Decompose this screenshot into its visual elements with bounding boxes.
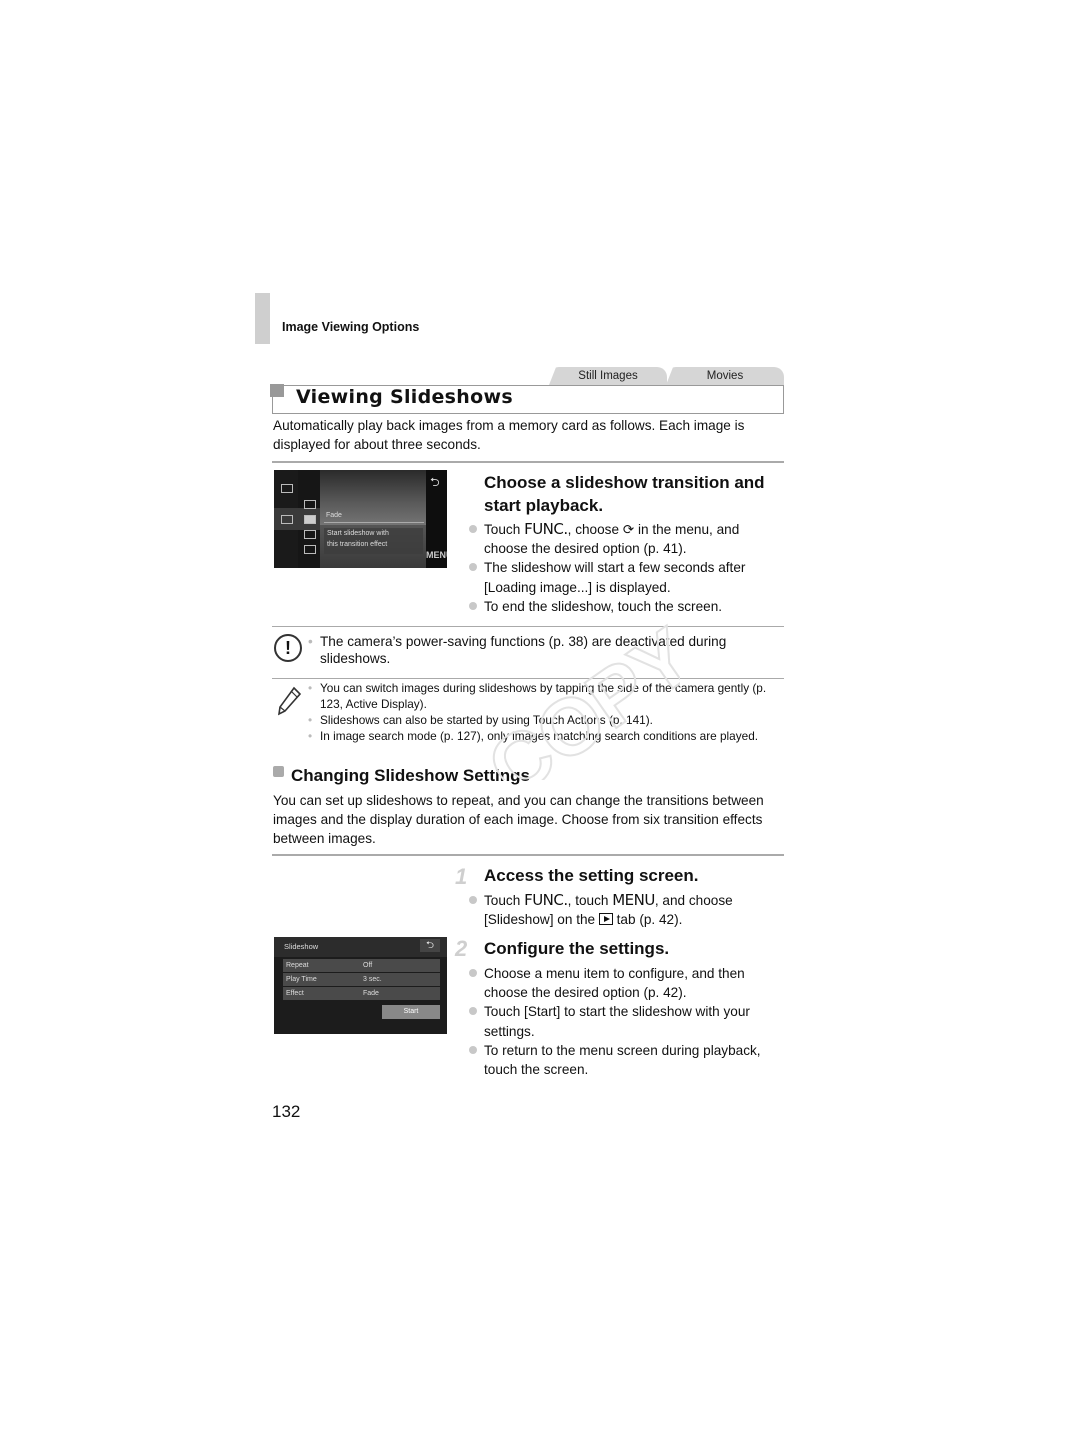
caution-item: The camera’s power-saving functions (p. … <box>308 633 784 667</box>
pencil-note-icon <box>277 686 302 716</box>
divider <box>272 461 784 463</box>
note-item: You can switch images during slideshows … <box>308 680 784 712</box>
divider <box>272 678 784 679</box>
bullet-item: Choose a menu item to configure, and the… <box>468 964 786 1002</box>
screen-title: Slideshow <box>284 942 319 951</box>
menu-label: MENU <box>426 550 447 560</box>
text: tab (p. 42). <box>612 912 683 928</box>
slideshow-icon: ⟳ <box>622 522 635 537</box>
divider <box>272 626 784 627</box>
tab-movies: Movies <box>666 367 784 385</box>
text: Touch <box>484 893 525 908</box>
row-value: Fade <box>363 990 379 997</box>
page-number: 132 <box>272 1102 301 1121</box>
start-button: Start <box>382 1005 440 1019</box>
transition-fade-icon <box>304 515 316 524</box>
photo-sky <box>310 470 428 530</box>
divider <box>272 854 784 856</box>
option-underline <box>324 522 424 523</box>
caution-list: The camera’s power-saving functions (p. … <box>308 633 784 667</box>
func-button-label: FUNC. <box>524 520 568 538</box>
step-title: Choose a slideshow transition and start … <box>484 473 765 515</box>
section-marker-icon <box>270 384 284 397</box>
bullet-item: Touch FUNC., choose ⟳ in the menu, and c… <box>468 520 786 558</box>
settings-row-play-time: Play Time 3 sec. <box>283 973 440 986</box>
transition-off-icon <box>304 500 316 509</box>
bullet-item: To return to the menu screen during play… <box>468 1041 786 1079</box>
back-icon: ⮌ <box>430 475 440 489</box>
step-number: 2 <box>455 936 468 961</box>
step-title: Configure the settings. <box>484 939 670 958</box>
subsection-intro: You can set up slideshows to repeat, and… <box>273 793 764 846</box>
note-item: In image search mode (p. 127), only imag… <box>308 728 784 744</box>
camera-screen-slideshow-settings: Slideshow ⮌ Repeat Off Play Time 3 sec. … <box>274 937 447 1034</box>
func-button-label: FUNC. <box>524 891 568 909</box>
subsection-marker-icon <box>273 766 284 777</box>
row-key: Repeat <box>286 962 309 969</box>
transition-icon <box>304 545 316 554</box>
section-title: Viewing Slideshows <box>296 386 513 408</box>
menu-button-label: MENU <box>612 891 655 909</box>
description-line: this transition effect <box>327 541 388 548</box>
chapter-title: Image Viewing Options <box>282 320 420 334</box>
back-icon: ⮌ <box>420 939 440 952</box>
step-bullets: Touch FUNC., choose ⟳ in the menu, and c… <box>468 520 786 616</box>
notes-list: You can switch images during slideshows … <box>308 680 784 744</box>
bullet-item: The slideshow will start a few seconds a… <box>468 558 786 596</box>
row-value: Off <box>363 962 373 969</box>
tab-still-images: Still Images <box>549 367 667 385</box>
subsection-title: Changing Slideshow Settings <box>291 766 530 785</box>
playback-tab-icon <box>598 913 613 926</box>
text: , choose <box>567 522 623 537</box>
row-key: Play Time <box>286 976 317 983</box>
text: , touch <box>567 893 613 908</box>
menu-icon <box>281 484 293 493</box>
caution-icon: ! <box>274 634 302 662</box>
step-bullets: Touch FUNC., touch MENU, and choose [Sli… <box>468 891 786 929</box>
transition-icon <box>304 530 316 539</box>
row-key: Effect <box>286 990 304 997</box>
camera-screen-transition-menu: Fade Start slideshow with this transitio… <box>274 470 447 568</box>
settings-row-effect: Effect Fade <box>283 987 440 1000</box>
description-line: Start slideshow with <box>327 530 389 537</box>
step-number: 1 <box>455 864 468 889</box>
step-title: Access the setting screen. <box>484 866 699 885</box>
bullet-item: Touch [Start] to start the slideshow wit… <box>468 1002 786 1040</box>
section-intro: Automatically play back images from a me… <box>273 418 745 452</box>
text: Touch <box>484 522 525 537</box>
option-label: Fade <box>326 512 342 519</box>
chapter-marker-bar <box>255 293 270 344</box>
option-description: Start slideshow with this transition eff… <box>324 528 423 554</box>
step-bullets: Choose a menu item to configure, and the… <box>468 964 786 1079</box>
bullet-item: Touch FUNC., touch MENU, and choose [Sli… <box>468 891 786 929</box>
bullet-item: To end the slideshow, touch the screen. <box>468 597 786 616</box>
note-item: Slideshows can also be started by using … <box>308 712 784 728</box>
slideshow-icon <box>281 515 293 524</box>
settings-row-repeat: Repeat Off <box>283 959 440 972</box>
row-value: 3 sec. <box>363 976 382 983</box>
